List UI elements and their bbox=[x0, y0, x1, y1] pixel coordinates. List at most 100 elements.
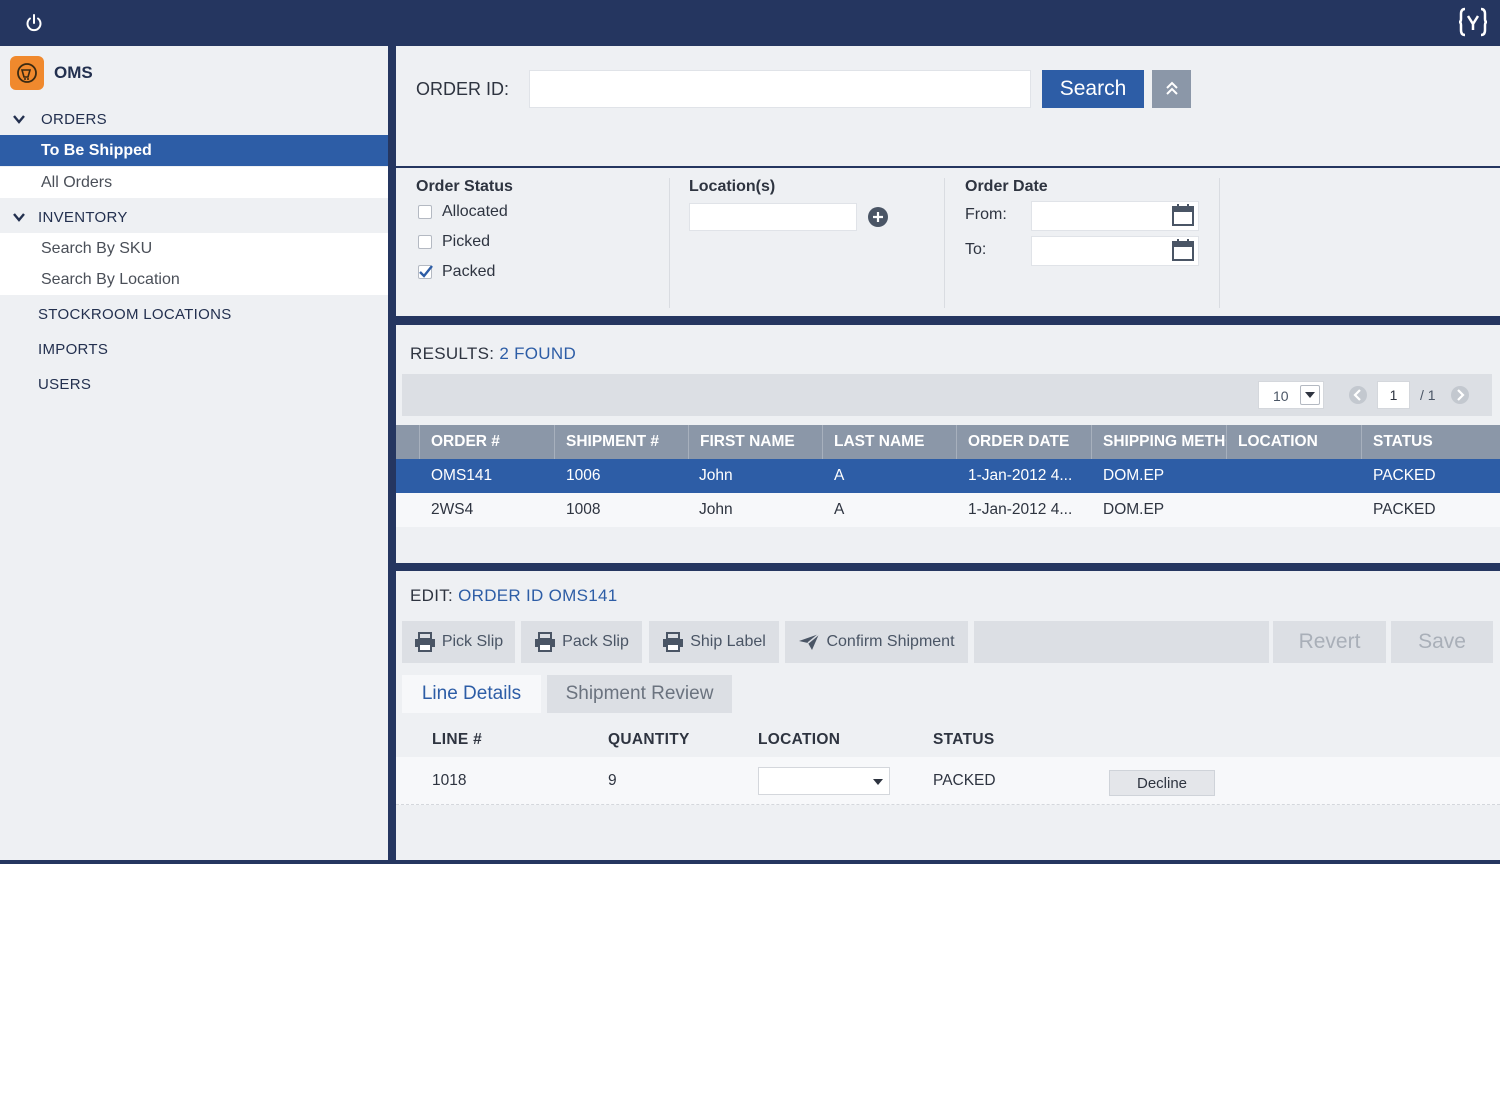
column-header-shipping-method[interactable]: SHIPPING METHOD bbox=[1093, 425, 1227, 459]
column-header-last-name[interactable]: LAST NAME bbox=[824, 425, 957, 459]
page-size-select[interactable]: 10 bbox=[1258, 381, 1324, 409]
to-label: To: bbox=[965, 241, 987, 258]
button-label: Pack Slip bbox=[562, 633, 629, 650]
chevron-down-icon bbox=[13, 213, 25, 222]
pagination-bar: 10 1 / 1 bbox=[402, 374, 1492, 416]
confirm-shipment-button[interactable]: Confirm Shipment bbox=[785, 621, 968, 663]
results-panel: RESULTS: 2 FOUND 10 1 / 1 ORDER # SHIPME… bbox=[396, 325, 1500, 563]
line-status: PACKED bbox=[933, 772, 996, 789]
line-location-select[interactable] bbox=[758, 767, 890, 795]
sidebar-item-search-by-sku[interactable]: Search By SKU bbox=[0, 233, 388, 264]
power-icon[interactable] bbox=[22, 11, 46, 35]
location-input[interactable] bbox=[689, 203, 857, 231]
results-table-header: ORDER # SHIPMENT # FIRST NAME LAST NAME … bbox=[396, 425, 1500, 459]
cell-last-name: A bbox=[834, 501, 845, 518]
search-panel: ORDER ID: Search bbox=[396, 46, 1500, 166]
prev-page-icon[interactable] bbox=[1348, 385, 1368, 405]
pack-slip-button[interactable]: Pack Slip bbox=[521, 621, 642, 663]
line-column-location: LOCATION bbox=[758, 731, 841, 748]
button-label: Confirm Shipment bbox=[826, 633, 955, 650]
results-label: RESULTS: bbox=[410, 344, 495, 363]
pick-slip-button[interactable]: Pick Slip bbox=[402, 621, 515, 663]
column-header-location[interactable]: LOCATION bbox=[1228, 425, 1362, 459]
send-icon bbox=[799, 633, 820, 650]
save-button[interactable]: Save bbox=[1391, 621, 1493, 663]
decline-button[interactable]: Decline bbox=[1109, 770, 1215, 796]
order-id-input[interactable] bbox=[529, 70, 1031, 108]
sidebar-item-all-orders[interactable]: All Orders bbox=[0, 167, 388, 198]
cell-order-date: 1-Jan-2012 4... bbox=[968, 501, 1073, 518]
column-header-order[interactable]: ORDER # bbox=[421, 425, 555, 459]
calendar-icon[interactable] bbox=[1171, 203, 1195, 227]
page-number-input[interactable]: 1 bbox=[1377, 381, 1410, 409]
column-header-first-name[interactable]: FIRST NAME bbox=[690, 425, 823, 459]
brand-logo-icon bbox=[1458, 7, 1488, 37]
checkbox-label: Allocated bbox=[442, 203, 508, 220]
sidebar-item-to-be-shipped[interactable]: To Be Shipped bbox=[0, 135, 388, 166]
divider bbox=[669, 178, 670, 308]
ship-label-button[interactable]: Ship Label bbox=[649, 621, 779, 663]
cell-order-date: 1-Jan-2012 4... bbox=[968, 467, 1073, 484]
column-header-status[interactable]: STATUS bbox=[1363, 425, 1500, 459]
divider bbox=[1219, 178, 1220, 308]
line-row: 1018 9 PACKED Decline bbox=[396, 757, 1500, 805]
order-id-label: ORDER ID: bbox=[416, 79, 510, 99]
sidebar-section-orders[interactable]: ORDERS bbox=[0, 103, 388, 135]
oms-logo-icon bbox=[10, 56, 44, 90]
toolbar-spacer bbox=[974, 621, 1269, 663]
calendar-icon[interactable] bbox=[1171, 238, 1195, 262]
locations-title: Location(s) bbox=[689, 178, 776, 195]
tab-line-details[interactable]: Line Details bbox=[402, 675, 541, 713]
table-row[interactable]: 2WS4 1008 John A 1-Jan-2012 4... DOM.EP … bbox=[396, 493, 1500, 527]
sidebar-item-stockroom-locations[interactable]: STOCKROOM LOCATIONS bbox=[38, 306, 232, 323]
order-status-title: Order Status bbox=[416, 178, 513, 195]
revert-button[interactable]: Revert bbox=[1273, 621, 1386, 663]
sidebar-section-label: INVENTORY bbox=[38, 208, 128, 226]
search-button[interactable]: Search bbox=[1042, 70, 1144, 108]
status-option-picked[interactable]: Picked bbox=[418, 232, 490, 252]
allocated-checkbox[interactable] bbox=[418, 205, 432, 219]
cell-status: PACKED bbox=[1373, 467, 1436, 484]
column-header-order-date[interactable]: ORDER DATE bbox=[958, 425, 1092, 459]
sidebar-section-inventory[interactable]: INVENTORY bbox=[0, 201, 388, 233]
edit-label: EDIT: bbox=[410, 586, 454, 605]
sidebar-item-imports[interactable]: IMPORTS bbox=[38, 341, 108, 358]
table-row[interactable]: OMS141 1006 John A 1-Jan-2012 4... DOM.E… bbox=[396, 459, 1500, 493]
app-name: OMS bbox=[54, 63, 93, 82]
next-page-icon[interactable] bbox=[1450, 385, 1470, 405]
printer-icon bbox=[663, 632, 684, 652]
status-option-packed[interactable]: Packed bbox=[418, 262, 495, 282]
cell-shipment: 1008 bbox=[566, 501, 601, 518]
checkbox-label: Packed bbox=[442, 263, 496, 280]
checkbox-label: Picked bbox=[442, 233, 491, 250]
column-header-shipment[interactable]: SHIPMENT # bbox=[556, 425, 689, 459]
cell-order: 2WS4 bbox=[431, 501, 474, 518]
tab-shipment-review[interactable]: Shipment Review bbox=[547, 675, 732, 713]
status-option-allocated[interactable]: Allocated bbox=[418, 202, 508, 222]
sidebar-item-search-by-location[interactable]: Search By Location bbox=[0, 264, 388, 295]
cell-shipping-method: DOM.EP bbox=[1103, 467, 1165, 484]
line-column-line: LINE # bbox=[432, 731, 483, 748]
picked-checkbox[interactable] bbox=[418, 235, 432, 249]
printer-icon bbox=[414, 632, 435, 652]
collapse-button[interactable] bbox=[1152, 70, 1191, 108]
top-bar bbox=[0, 0, 1500, 46]
sidebar-section-label: ORDERS bbox=[41, 110, 107, 128]
button-label: Pick Slip bbox=[441, 633, 504, 650]
chevron-double-up-icon bbox=[1165, 81, 1178, 95]
cell-last-name: A bbox=[834, 467, 845, 484]
line-column-status: STATUS bbox=[933, 731, 995, 748]
from-label: From: bbox=[965, 206, 1007, 223]
edit-order-ref: ORDER ID OMS141 bbox=[458, 586, 618, 605]
line-column-quantity: QUANTITY bbox=[608, 731, 690, 748]
line-number: 1018 bbox=[432, 772, 467, 789]
line-quantity: 9 bbox=[608, 772, 617, 789]
dropdown-arrow-icon bbox=[1300, 385, 1320, 405]
app-brand[interactable]: OMS bbox=[10, 56, 93, 90]
edit-panel: EDIT: ORDER ID OMS141 Pick Slip Pack Sli… bbox=[396, 571, 1500, 860]
cell-shipping-method: DOM.EP bbox=[1103, 501, 1165, 518]
packed-checkbox[interactable] bbox=[418, 265, 433, 279]
sidebar-item-users[interactable]: USERS bbox=[38, 376, 91, 393]
checkmark-icon bbox=[419, 265, 433, 278]
add-circle-icon[interactable] bbox=[867, 206, 889, 228]
